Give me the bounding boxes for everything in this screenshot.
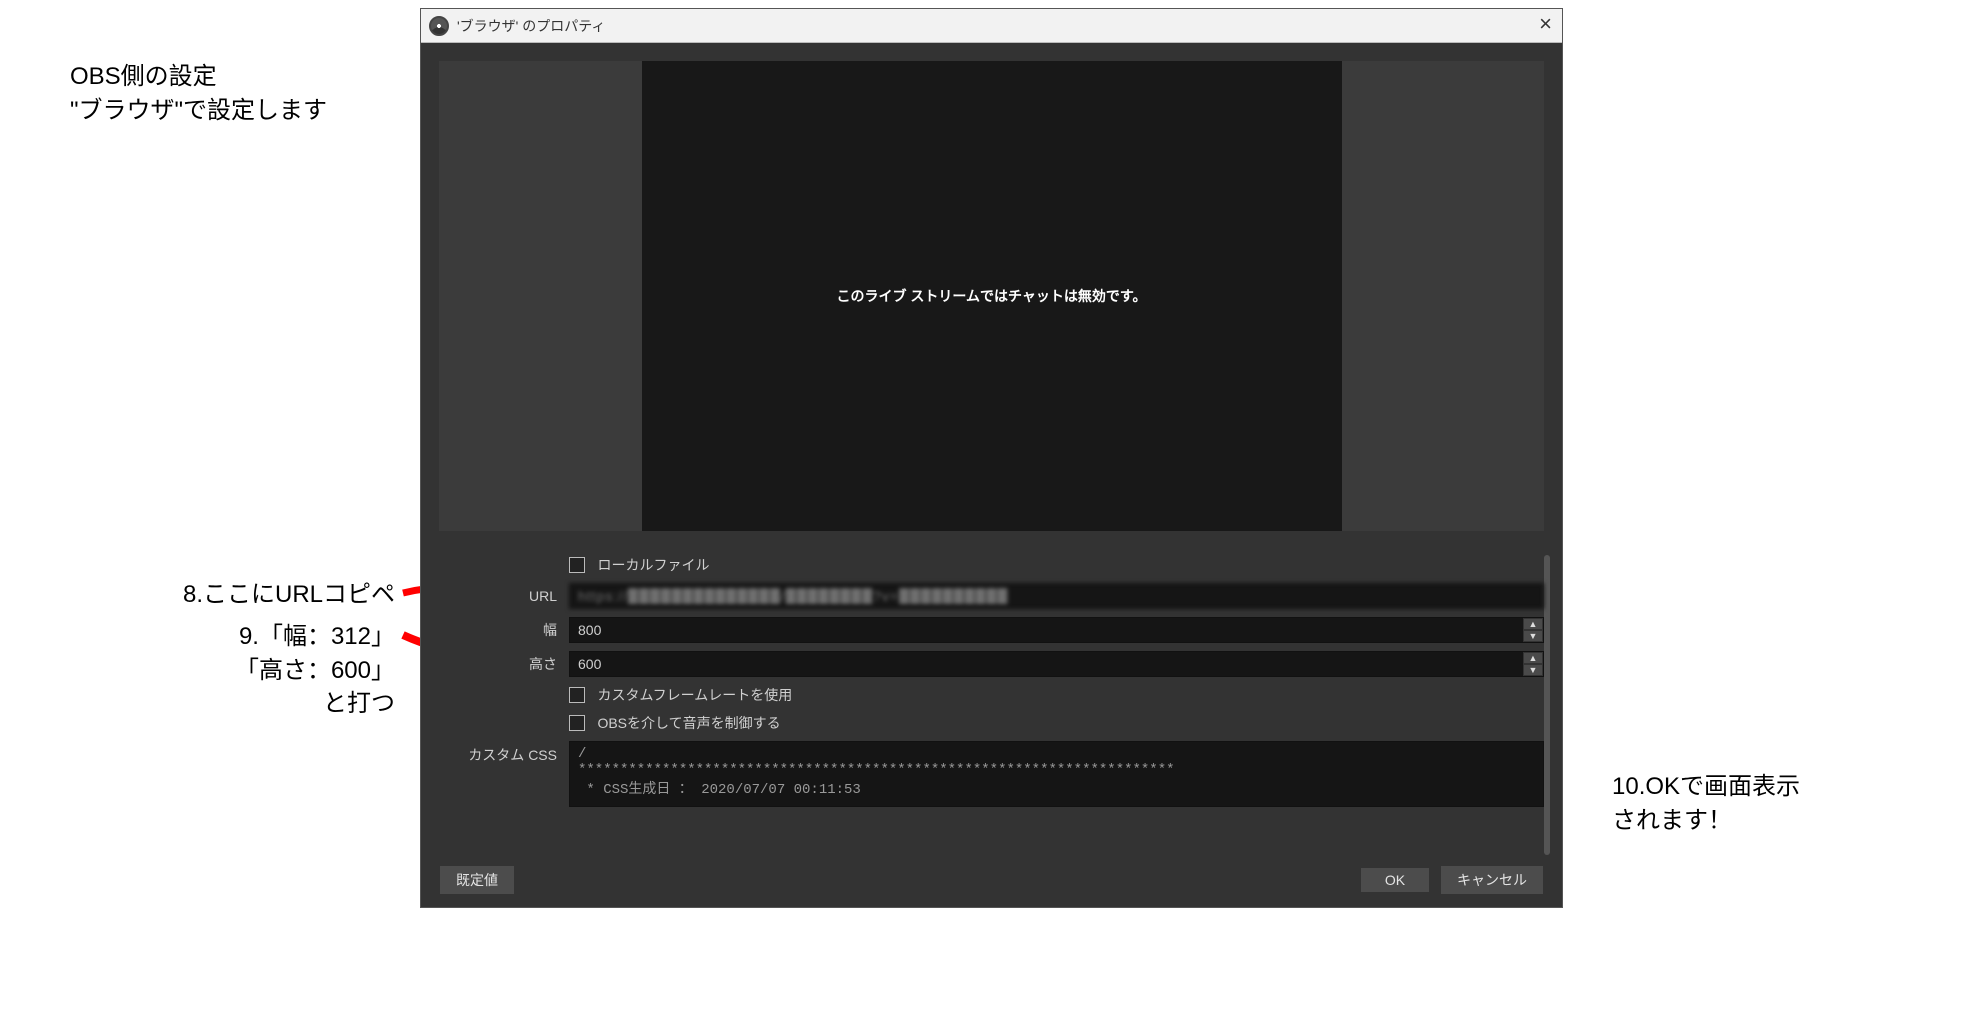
height-spin-up[interactable]: ▲	[1523, 652, 1543, 664]
scrollbar[interactable]	[1544, 555, 1550, 855]
annotation-step9-line1: 9.「幅：312」	[239, 623, 395, 650]
height-label: 高さ	[439, 654, 569, 674]
width-input[interactable]	[569, 617, 1544, 643]
preview-pane: このライブ ストリームではチャットは無効です。	[439, 61, 1544, 531]
ok-button[interactable]: OK	[1360, 867, 1430, 893]
preview-inner: このライブ ストリームではチャットは無効です。	[642, 61, 1342, 531]
annotation-step9-line2: 「高さ：600」	[235, 657, 395, 684]
annotation-step9-line3: と打つ	[323, 690, 395, 717]
width-label: 幅	[439, 620, 569, 640]
annotation-step8: 8.ここにURLコピペ	[183, 578, 395, 612]
button-bar: 既定値 OK キャンセル	[439, 865, 1544, 895]
dialog-body: このライブ ストリームではチャットは無効です。 ローカルファイル URL	[421, 43, 1562, 907]
custom-css-textarea[interactable]: / **************************************…	[569, 741, 1544, 807]
url-label: URL	[439, 588, 569, 604]
close-icon[interactable]: ×	[1539, 13, 1552, 35]
height-input[interactable]	[569, 651, 1544, 677]
custom-fps-checkbox[interactable]	[569, 687, 585, 703]
default-button[interactable]: 既定値	[439, 865, 515, 895]
obs-logo-icon	[429, 16, 449, 36]
local-file-checkbox[interactable]	[569, 557, 585, 573]
annotation-step10: 10.OKで画面表示 されます！	[1612, 770, 1800, 837]
annotation-step10-line2: されます！	[1612, 807, 1732, 834]
custom-fps-label: カスタムフレームレートを使用	[597, 685, 792, 705]
annotation-title-line1: OBS側の設定	[70, 63, 217, 90]
dialog-title: 'ブラウザ' のプロパティ	[457, 16, 605, 36]
url-input[interactable]	[569, 583, 1544, 609]
annotation-step9: 9.「幅：312」 「高さ：600」 と打つ	[235, 620, 395, 721]
annotation-title-line2: "ブラウザ"で設定します	[70, 97, 327, 124]
preview-message: このライブ ストリームではチャットは無効です。	[837, 286, 1147, 306]
local-file-label: ローカルファイル	[597, 555, 709, 575]
width-spin-down[interactable]: ▼	[1523, 630, 1543, 642]
titlebar[interactable]: 'ブラウザ' のプロパティ ×	[421, 9, 1562, 43]
cancel-button[interactable]: キャンセル	[1440, 865, 1544, 895]
obs-audio-label: OBSを介して音声を制御する	[597, 713, 780, 733]
width-spin-up[interactable]: ▲	[1523, 618, 1543, 630]
annotation-step10-line1: 10.OKで画面表示	[1612, 773, 1800, 800]
obs-properties-dialog: 'ブラウザ' のプロパティ × このライブ ストリームではチャットは無効です。 …	[420, 8, 1563, 908]
height-spin-down[interactable]: ▼	[1523, 664, 1543, 676]
annotation-title: OBS側の設定 "ブラウザ"で設定します	[70, 60, 327, 127]
custom-css-label: カスタム CSS	[439, 741, 569, 765]
form-area: ローカルファイル URL 幅 ▲ ▼	[439, 555, 1544, 807]
obs-audio-checkbox[interactable]	[569, 715, 585, 731]
